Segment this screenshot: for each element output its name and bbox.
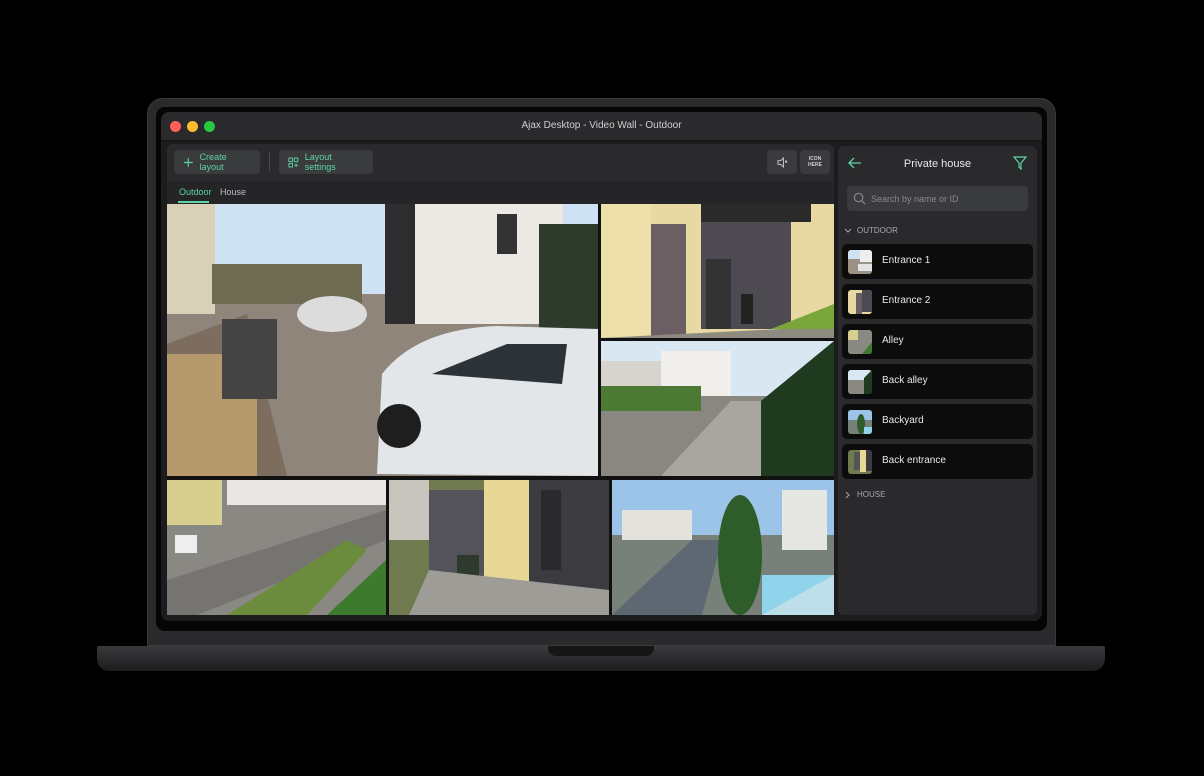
layout-settings-label: Layout settings <box>304 152 336 172</box>
toolbar-divider <box>269 152 270 172</box>
chevron-right-icon <box>845 491 850 498</box>
active-tab-indicator <box>178 201 209 203</box>
filter-icon[interactable] <box>1013 156 1027 170</box>
camera-name: Entrance 1 <box>882 255 931 266</box>
speaker-icon <box>776 156 787 168</box>
camera-item-back-entrance[interactable]: Back entrance <box>842 444 1033 479</box>
toolbar: Create layout Layout settings ICON HERE <box>167 144 834 181</box>
camera-name: Alley <box>882 335 904 346</box>
camera-item-back-alley[interactable]: Back alley <box>842 364 1033 399</box>
placeholder-icon-label: ICON HERE <box>808 156 822 168</box>
search-input[interactable] <box>871 186 1021 211</box>
camera-name: Back alley <box>882 375 928 386</box>
chevron-down-icon <box>844 228 852 233</box>
laptop-base <box>97 646 1105 671</box>
camera-thumbnail <box>848 450 872 474</box>
camera-feed-back-alley[interactable] <box>167 480 386 615</box>
layout-settings-button[interactable]: Layout settings <box>279 150 373 174</box>
camera-thumbnail <box>848 370 872 394</box>
tab-outdoor[interactable]: Outdoor <box>179 187 212 197</box>
placeholder-icon-button[interactable]: ICON HERE <box>800 150 830 174</box>
plus-icon <box>183 157 193 167</box>
camera-thumbnail <box>848 410 872 434</box>
camera-item-alley[interactable]: Alley <box>842 324 1033 359</box>
search-icon <box>853 192 866 205</box>
group-outdoor[interactable]: OUTDOOR <box>844 226 898 235</box>
camera-thumbnail <box>848 290 872 314</box>
camera-item-entrance-2[interactable]: Entrance 2 <box>842 284 1033 319</box>
camera-thumbnail <box>848 330 872 354</box>
laptop-notch <box>548 646 654 656</box>
camera-feed-entrance-2[interactable] <box>601 204 834 338</box>
camera-name: Backyard <box>882 415 924 426</box>
panel-header: Private house <box>838 146 1037 182</box>
window-titlebar: Ajax Desktop - Video Wall - Outdoor <box>161 112 1042 141</box>
camera-name: Entrance 2 <box>882 295 931 306</box>
camera-list-panel: Private house OUTDOOR Entrance 1 Entranc… <box>838 146 1037 615</box>
window-title: Ajax Desktop - Video Wall - Outdoor <box>521 120 682 131</box>
camera-thumbnail <box>848 250 872 274</box>
camera-feed-back-entrance[interactable] <box>612 480 834 615</box>
tab-house[interactable]: House <box>220 187 246 197</box>
camera-feed-entrance-1[interactable] <box>167 204 598 476</box>
create-layout-label: Create layout <box>199 152 227 172</box>
group-house[interactable]: HOUSE <box>844 490 885 499</box>
app-window: Ajax Desktop - Video Wall - Outdoor Crea… <box>161 112 1042 621</box>
sound-toggle-button[interactable] <box>767 150 797 174</box>
create-layout-button[interactable]: Create layout <box>174 150 260 174</box>
panel-title: Private house <box>903 158 972 170</box>
layout-grid-icon <box>288 157 299 167</box>
group-house-label: HOUSE <box>857 490 886 499</box>
group-outdoor-label: OUTDOOR <box>857 226 898 235</box>
camera-name: Back entrance <box>882 455 946 466</box>
layout-tabs: Outdoor House <box>167 181 834 204</box>
video-wall-grid <box>167 204 834 615</box>
camera-feed-backyard[interactable] <box>389 480 609 615</box>
camera-item-entrance-1[interactable]: Entrance 1 <box>842 244 1033 279</box>
camera-feed-alley[interactable] <box>601 341 834 476</box>
camera-search-field[interactable] <box>847 186 1028 211</box>
camera-item-backyard[interactable]: Backyard <box>842 404 1033 439</box>
